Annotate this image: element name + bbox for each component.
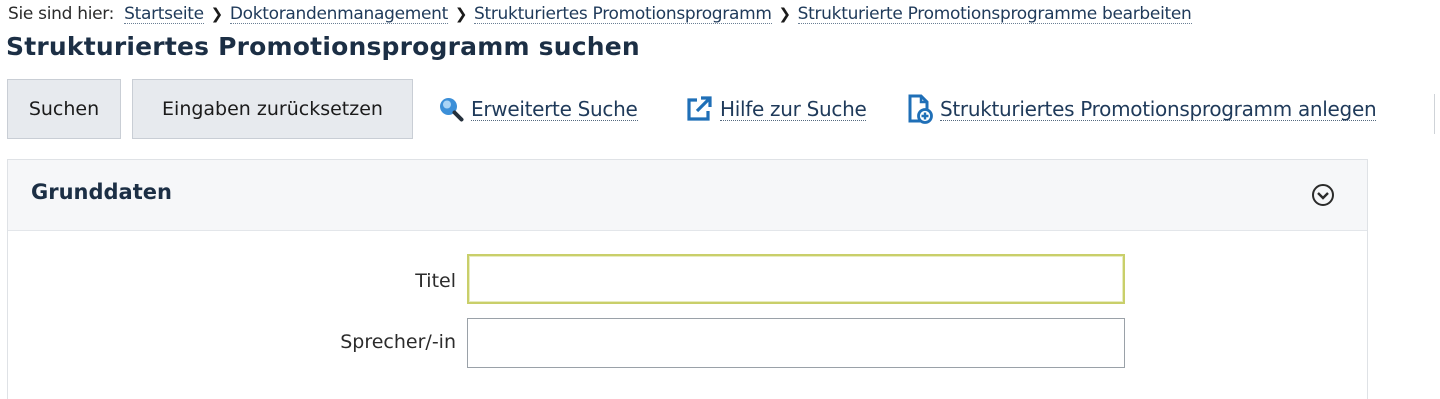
breadcrumb-chevron-icon: ❯	[454, 5, 468, 23]
search-button[interactable]: Suchen	[7, 79, 121, 139]
toolbar-divider	[1434, 94, 1435, 134]
magnifier-icon	[440, 98, 464, 122]
advanced-search-label: Erweiterte Suche	[471, 96, 638, 121]
external-link-icon	[687, 96, 712, 121]
panel-title: Grunddaten	[31, 180, 172, 204]
chevron-circle-icon[interactable]	[1311, 183, 1335, 207]
new-document-icon	[908, 94, 933, 124]
reset-button[interactable]: Eingaben zurücksetzen	[132, 79, 413, 139]
create-program-link[interactable]: Strukturiertes Promotionsprogramm anlege…	[906, 92, 1377, 126]
advanced-search-link[interactable]: Erweiterte Suche	[437, 92, 638, 126]
create-program-label: Strukturiertes Promotionsprogramm anlege…	[940, 96, 1377, 121]
breadcrumb-prefix: Sie sind hier:	[8, 4, 115, 24]
title-field-label: Titel	[415, 270, 456, 292]
breadcrumb-link-promotionsprogramm[interactable]: Strukturiertes Promotionsprogramm	[474, 5, 772, 24]
breadcrumb-link-programme-bearbeiten[interactable]: Strukturierte Promotionsprogramme bearbe…	[797, 5, 1192, 24]
breadcrumb-link-doktorandenmanagement[interactable]: Doktorandenmanagement	[229, 5, 448, 24]
title-input[interactable]	[467, 254, 1125, 304]
breadcrumb-chevron-icon: ❯	[778, 5, 792, 23]
help-label: Hilfe zur Suche	[720, 96, 867, 121]
breadcrumb: Sie sind hier: Startseite ❯ Doktorandenm…	[8, 3, 1192, 25]
speaker-input[interactable]	[467, 318, 1125, 368]
help-link[interactable]: Hilfe zur Suche	[684, 92, 867, 126]
speaker-field-label: Sprecher/-in	[340, 331, 456, 353]
page-title: Strukturiertes Promotionsprogramm suchen	[6, 32, 640, 61]
breadcrumb-chevron-icon: ❯	[210, 5, 224, 23]
breadcrumb-link-startseite[interactable]: Startseite	[124, 5, 204, 24]
panel-header[interactable]: Grunddaten	[8, 160, 1367, 231]
